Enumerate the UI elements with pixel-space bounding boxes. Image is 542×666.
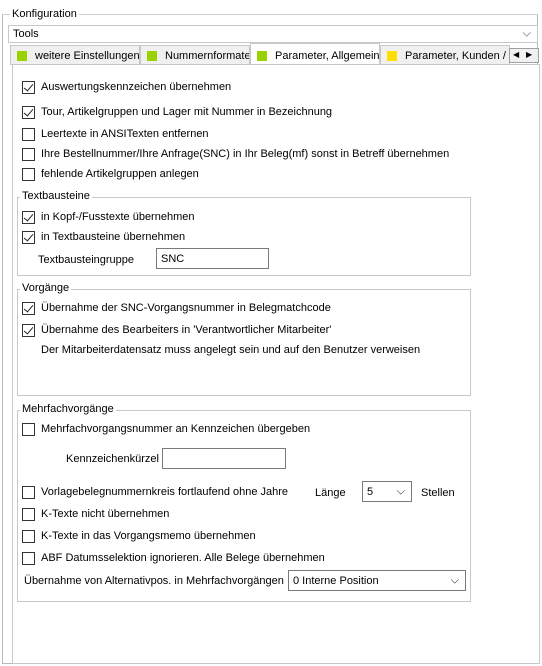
option-label: Mehrfachvorgangsnummer an Kennzeichen üb… <box>41 423 311 435</box>
option-label: Auswertungskennzeichen übernehmen <box>41 81 232 93</box>
tools-combo-value: Tools <box>13 28 39 40</box>
laenge-value: 5 <box>367 485 374 498</box>
checkbox[interactable] <box>22 106 35 119</box>
option-label: in Kopf-/Fusstexte übernehmen <box>41 211 195 223</box>
tab-color-icon <box>147 51 157 61</box>
mehrfach-title: Mehrfachvorgänge <box>20 403 116 415</box>
option-label: ABF Datumsselektion ignorieren. Alle Bel… <box>41 552 325 564</box>
kennzeichenkuerzel-input[interactable] <box>162 448 286 469</box>
checkbox[interactable] <box>22 486 35 499</box>
tab-parameter-kunden[interactable]: Parameter, Kunden / L <box>380 45 510 65</box>
checkbox[interactable] <box>22 231 35 244</box>
option-label: Vorlagebelegnummernkreis fortlaufend ohn… <box>41 486 289 498</box>
textbausteingruppe-input[interactable]: SNC <box>156 248 269 269</box>
option-label: K-Texte nicht übernehmen <box>41 508 170 520</box>
laenge-select[interactable]: 5 ⌵ <box>362 481 412 502</box>
tab-weitere-einstellungen[interactable]: weitere Einstellungen <box>10 45 140 65</box>
tab-nummernformate[interactable]: Nummernformate <box>140 45 250 65</box>
tab-scroll-buttons: ◀ ▶ <box>509 48 539 63</box>
checkbox[interactable] <box>22 508 35 521</box>
tools-combo[interactable]: Tools ⌵ <box>8 25 538 43</box>
tab-label: weitere Einstellungen <box>35 50 140 62</box>
tab-color-icon <box>387 51 397 61</box>
alternativpos-select[interactable]: 0 Interne Position ⌵ <box>288 570 466 591</box>
tab-parameter-allgemein[interactable]: Parameter, Allgemein <box>250 43 380 65</box>
scroll-left-icon[interactable]: ◀ <box>513 50 519 59</box>
alternativpos-value: 0 Interne Position <box>293 574 379 587</box>
option-label: K-Texte in das Vorgangsmemo übernehmen <box>41 530 256 542</box>
option-label: Ihre Bestellnummer/Ihre Anfrage(SNC) in … <box>41 148 450 160</box>
mitarbeiter-hinweis: Der Mitarbeiterdatensatz muss angelegt s… <box>41 344 421 356</box>
checkbox[interactable] <box>22 530 35 543</box>
tab-color-icon <box>17 51 27 61</box>
chevron-down-icon: ⌵ <box>522 27 531 40</box>
chevron-down-icon: ⌵ <box>450 574 459 586</box>
option-label: Übernahme des Bearbeiters in 'Verantwort… <box>41 324 332 336</box>
scroll-right-icon[interactable]: ▶ <box>526 50 532 59</box>
alternativpos-label: Übernahme von Alternativpos. in Mehrfach… <box>24 575 284 587</box>
checkbox[interactable] <box>22 552 35 565</box>
textbausteingruppe-value: SNC <box>161 252 185 265</box>
tab-color-icon <box>257 51 267 61</box>
stellen-label: Stellen <box>421 487 455 499</box>
checkbox[interactable] <box>22 81 35 94</box>
option-label: Leertexte in ANSITexten entfernen <box>41 128 209 140</box>
checkbox[interactable] <box>22 423 35 436</box>
textbausteingruppe-label: Textbausteingruppe <box>38 254 135 266</box>
checkbox[interactable] <box>22 128 35 141</box>
laenge-label: Länge <box>315 487 346 499</box>
tab-label: Nummernformate <box>165 50 250 62</box>
tab-label: Parameter, Kunden / L <box>405 50 510 62</box>
option-label: Tour, Artikelgruppen und Lager mit Numme… <box>41 106 333 118</box>
option-label: Übernahme der SNC-Vorgangsnummer in Bele… <box>41 302 331 314</box>
kennzeichenkuerzel-label: Kennzeichenkürzel <box>66 453 159 465</box>
chevron-down-icon: ⌵ <box>396 485 405 497</box>
option-label: in Textbausteine übernehmen <box>41 231 186 243</box>
textbausteine-title: Textbausteine <box>20 190 92 202</box>
konfiguration-title: Konfiguration <box>10 8 79 20</box>
vorgaenge-title: Vorgänge <box>20 282 72 294</box>
option-label: fehlende Artikelgruppen anlegen <box>41 168 199 180</box>
checkbox[interactable] <box>22 324 35 337</box>
checkbox[interactable] <box>22 302 35 315</box>
checkbox[interactable] <box>22 211 35 224</box>
checkbox[interactable] <box>22 148 35 161</box>
tab-label: Parameter, Allgemein <box>275 50 380 62</box>
checkbox[interactable] <box>22 168 35 181</box>
